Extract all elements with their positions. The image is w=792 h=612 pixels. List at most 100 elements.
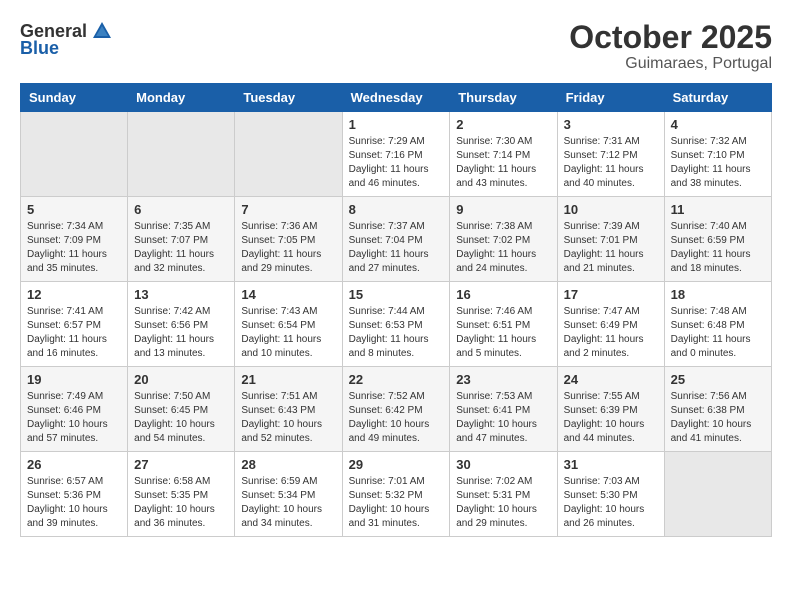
calendar-cell: 12Sunrise: 7:41 AM Sunset: 6:57 PM Dayli… bbox=[21, 282, 128, 367]
day-info: Sunrise: 7:30 AM Sunset: 7:14 PM Dayligh… bbox=[456, 135, 550, 191]
day-info: Sunrise: 7:36 AM Sunset: 7:05 PM Dayligh… bbox=[241, 220, 335, 276]
day-number: 30 bbox=[456, 457, 550, 472]
day-number: 21 bbox=[241, 372, 335, 387]
day-number: 7 bbox=[241, 202, 335, 217]
day-header-wednesday: Wednesday bbox=[342, 84, 450, 112]
calendar-cell bbox=[235, 112, 342, 197]
calendar-cell: 17 Sunrise: 7:47 AM Sunset: 6:49 PM Dayli… bbox=[557, 282, 664, 367]
day-number: 20 bbox=[134, 372, 228, 387]
day-number: 26 bbox=[27, 457, 121, 472]
calendar-cell: 10 Sunrise: 7:39 AM Sunset: 7:01 PM Dayli… bbox=[557, 197, 664, 282]
calendar-cell: 3 Sunrise: 7:31 AM Sunset: 7:12 PM Daylig… bbox=[557, 112, 664, 197]
day-number: 4 bbox=[671, 117, 765, 132]
day-info: Sunrise: 7:41 AM Sunset: 6:57 PM Dayligh… bbox=[27, 305, 121, 361]
calendar-cell bbox=[21, 112, 128, 197]
day-header-tuesday: Tuesday bbox=[235, 84, 342, 112]
calendar-cell: 31 Sunrise: 7:03 AM Sunset: 5:30 PM Dayli… bbox=[557, 452, 664, 537]
day-header-thursday: Thursday bbox=[450, 84, 557, 112]
page-header: General Blue October 2025 Guimaraes, Por… bbox=[20, 20, 772, 73]
day-number: 23 bbox=[456, 372, 550, 387]
calendar-week-row: 12Sunrise: 7:41 AM Sunset: 6:57 PM Dayli… bbox=[21, 282, 772, 367]
calendar-week-row: 19Sunrise: 7:49 AM Sunset: 6:46 PM Dayli… bbox=[21, 367, 772, 452]
day-number: 31 bbox=[564, 457, 658, 472]
calendar-cell: 23 Sunrise: 7:53 AM Sunset: 6:41 PM Dayli… bbox=[450, 367, 557, 452]
logo-blue: Blue bbox=[20, 38, 59, 59]
calendar-cell: 1 Sunrise: 7:29 AM Sunset: 7:16 PM Daylig… bbox=[342, 112, 450, 197]
calendar-cell: 16 Sunrise: 7:46 AM Sunset: 6:51 PM Dayli… bbox=[450, 282, 557, 367]
day-info: Sunrise: 7:42 AM Sunset: 6:56 PM Dayligh… bbox=[134, 305, 228, 361]
calendar-cell: 26 Sunrise: 6:57 AM Sunset: 5:36 PM Dayli… bbox=[21, 452, 128, 537]
day-number: 10 bbox=[564, 202, 658, 217]
calendar-cell: 9 Sunrise: 7:38 AM Sunset: 7:02 PM Daylig… bbox=[450, 197, 557, 282]
calendar-cell: 25 Sunrise: 7:56 AM Sunset: 6:38 PM Dayli… bbox=[664, 367, 771, 452]
day-info: Sunrise: 6:58 AM Sunset: 5:35 PM Dayligh… bbox=[134, 475, 228, 531]
day-info: Sunrise: 7:34 AM Sunset: 7:09 PM Dayligh… bbox=[27, 220, 121, 276]
calendar-cell: 28 Sunrise: 6:59 AM Sunset: 5:34 PM Dayli… bbox=[235, 452, 342, 537]
day-number: 3 bbox=[564, 117, 658, 132]
day-info: Sunrise: 7:55 AM Sunset: 6:39 PM Dayligh… bbox=[564, 390, 658, 446]
day-number: 28 bbox=[241, 457, 335, 472]
day-number: 14 bbox=[241, 287, 335, 302]
day-info: Sunrise: 7:02 AM Sunset: 5:31 PM Dayligh… bbox=[456, 475, 550, 531]
day-number: 27 bbox=[134, 457, 228, 472]
day-header-sunday: Sunday bbox=[21, 84, 128, 112]
title-block: October 2025 Guimaraes, Portugal bbox=[569, 20, 772, 73]
day-info: Sunrise: 7:29 AM Sunset: 7:16 PM Dayligh… bbox=[349, 135, 444, 191]
day-number: 1 bbox=[349, 117, 444, 132]
day-info: Sunrise: 7:01 AM Sunset: 5:32 PM Dayligh… bbox=[349, 475, 444, 531]
day-header-saturday: Saturday bbox=[664, 84, 771, 112]
page-subtitle: Guimaraes, Portugal bbox=[569, 55, 772, 73]
day-number: 15 bbox=[349, 287, 444, 302]
calendar-week-row: 1 Sunrise: 7:29 AM Sunset: 7:16 PM Daylig… bbox=[21, 112, 772, 197]
day-number: 22 bbox=[349, 372, 444, 387]
calendar-table: SundayMondayTuesdayWednesdayThursdayFrid… bbox=[20, 83, 772, 537]
day-info: Sunrise: 7:03 AM Sunset: 5:30 PM Dayligh… bbox=[564, 475, 658, 531]
day-number: 24 bbox=[564, 372, 658, 387]
day-info: Sunrise: 7:53 AM Sunset: 6:41 PM Dayligh… bbox=[456, 390, 550, 446]
calendar-cell: 18Sunrise: 7:48 AM Sunset: 6:48 PM Dayli… bbox=[664, 282, 771, 367]
calendar-cell: 21Sunrise: 7:51 AM Sunset: 6:43 PM Dayli… bbox=[235, 367, 342, 452]
day-number: 11 bbox=[671, 202, 765, 217]
calendar-cell: 15 Sunrise: 7:44 AM Sunset: 6:53 PM Dayli… bbox=[342, 282, 450, 367]
calendar-week-row: 26 Sunrise: 6:57 AM Sunset: 5:36 PM Dayli… bbox=[21, 452, 772, 537]
day-info: Sunrise: 7:38 AM Sunset: 7:02 PM Dayligh… bbox=[456, 220, 550, 276]
calendar-cell bbox=[128, 112, 235, 197]
day-info: Sunrise: 7:56 AM Sunset: 6:38 PM Dayligh… bbox=[671, 390, 765, 446]
day-info: Sunrise: 7:39 AM Sunset: 7:01 PM Dayligh… bbox=[564, 220, 658, 276]
day-number: 16 bbox=[456, 287, 550, 302]
calendar-cell: 6 Sunrise: 7:35 AM Sunset: 7:07 PM Daylig… bbox=[128, 197, 235, 282]
day-header-friday: Friday bbox=[557, 84, 664, 112]
day-info: Sunrise: 7:46 AM Sunset: 6:51 PM Dayligh… bbox=[456, 305, 550, 361]
calendar-header-row: SundayMondayTuesdayWednesdayThursdayFrid… bbox=[21, 84, 772, 112]
day-info: Sunrise: 7:31 AM Sunset: 7:12 PM Dayligh… bbox=[564, 135, 658, 191]
calendar-cell bbox=[664, 452, 771, 537]
logo: General Blue bbox=[20, 20, 115, 59]
calendar-week-row: 5 Sunrise: 7:34 AM Sunset: 7:09 PM Daylig… bbox=[21, 197, 772, 282]
day-number: 8 bbox=[349, 202, 444, 217]
calendar-cell: 5 Sunrise: 7:34 AM Sunset: 7:09 PM Daylig… bbox=[21, 197, 128, 282]
day-info: Sunrise: 6:59 AM Sunset: 5:34 PM Dayligh… bbox=[241, 475, 335, 531]
day-info: Sunrise: 7:35 AM Sunset: 7:07 PM Dayligh… bbox=[134, 220, 228, 276]
day-info: Sunrise: 6:57 AM Sunset: 5:36 PM Dayligh… bbox=[27, 475, 121, 531]
day-number: 29 bbox=[349, 457, 444, 472]
day-number: 13 bbox=[134, 287, 228, 302]
day-number: 17 bbox=[564, 287, 658, 302]
calendar-cell: 20 Sunrise: 7:50 AM Sunset: 6:45 PM Dayli… bbox=[128, 367, 235, 452]
day-info: Sunrise: 7:47 AM Sunset: 6:49 PM Dayligh… bbox=[564, 305, 658, 361]
day-info: Sunrise: 7:50 AM Sunset: 6:45 PM Dayligh… bbox=[134, 390, 228, 446]
day-header-monday: Monday bbox=[128, 84, 235, 112]
day-number: 5 bbox=[27, 202, 121, 217]
calendar-cell: 11Sunrise: 7:40 AM Sunset: 6:59 PM Dayli… bbox=[664, 197, 771, 282]
day-info: Sunrise: 7:52 AM Sunset: 6:42 PM Dayligh… bbox=[349, 390, 444, 446]
day-number: 18 bbox=[671, 287, 765, 302]
day-number: 6 bbox=[134, 202, 228, 217]
day-number: 9 bbox=[456, 202, 550, 217]
calendar-cell: 30 Sunrise: 7:02 AM Sunset: 5:31 PM Dayli… bbox=[450, 452, 557, 537]
day-info: Sunrise: 7:43 AM Sunset: 6:54 PM Dayligh… bbox=[241, 305, 335, 361]
calendar-cell: 14 Sunrise: 7:43 AM Sunset: 6:54 PM Dayli… bbox=[235, 282, 342, 367]
day-number: 19 bbox=[27, 372, 121, 387]
day-number: 25 bbox=[671, 372, 765, 387]
calendar-cell: 22 Sunrise: 7:52 AM Sunset: 6:42 PM Dayli… bbox=[342, 367, 450, 452]
day-info: Sunrise: 7:44 AM Sunset: 6:53 PM Dayligh… bbox=[349, 305, 444, 361]
calendar-cell: 4Sunrise: 7:32 AM Sunset: 7:10 PM Daylig… bbox=[664, 112, 771, 197]
